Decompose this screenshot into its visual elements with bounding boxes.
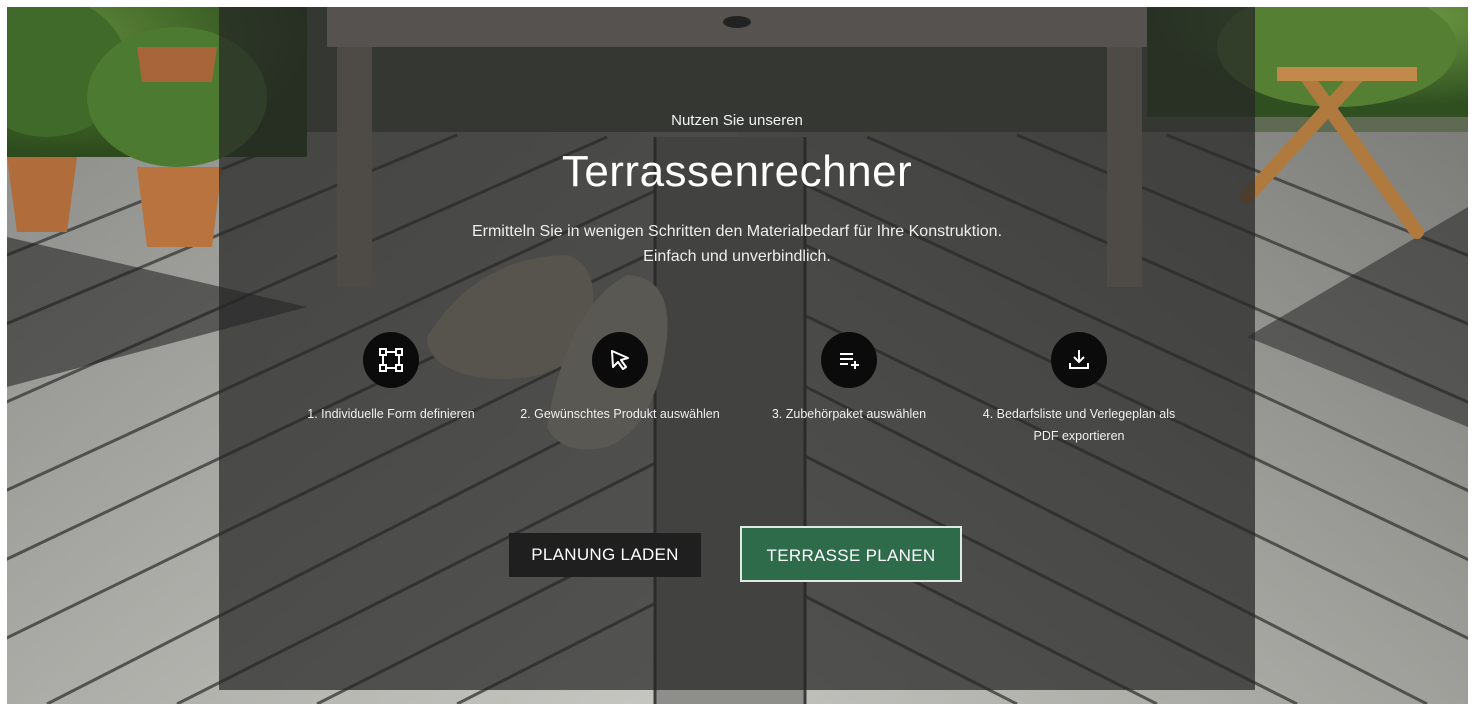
step-3: 3. Zubehörpaket auswählen <box>749 332 949 425</box>
hero-description: Ermitteln Sie in wenigen Schritten den M… <box>471 223 1003 265</box>
plan-terrace-button[interactable]: TERRASSE PLANEN <box>740 526 962 582</box>
step-4: 4. Bedarfsliste und Verlegeplan als PDF … <box>979 332 1179 447</box>
page-title: Terrassenrechner <box>561 147 913 196</box>
step-label: 3. Zubehörpaket auswählen <box>771 407 927 421</box>
step-1: 1. Individuelle Form definieren <box>291 332 491 425</box>
download-icon <box>1051 332 1107 388</box>
cursor-icon <box>592 332 648 388</box>
load-planning-button[interactable]: PLANUNG LADEN <box>509 533 701 577</box>
hero-subtitle: Nutzen Sie unseren <box>671 112 803 129</box>
playlist-add-icon <box>821 332 877 388</box>
step-label: 2. Gewünschtes Produkt auswählen <box>520 407 720 421</box>
shape-icon <box>363 332 419 388</box>
step-2: 2. Gewünschtes Produkt auswählen <box>520 332 720 425</box>
calculator-panel: Nutzen Sie unseren Terrassenrechner Ermi… <box>219 7 1255 690</box>
page: Nutzen Sie unseren Terrassenrechner Ermi… <box>0 0 1475 711</box>
step-label: 1. Individuelle Form definieren <box>307 407 475 421</box>
step-label: 4. Bedarfsliste und Verlegeplan als PDF … <box>982 407 1176 443</box>
